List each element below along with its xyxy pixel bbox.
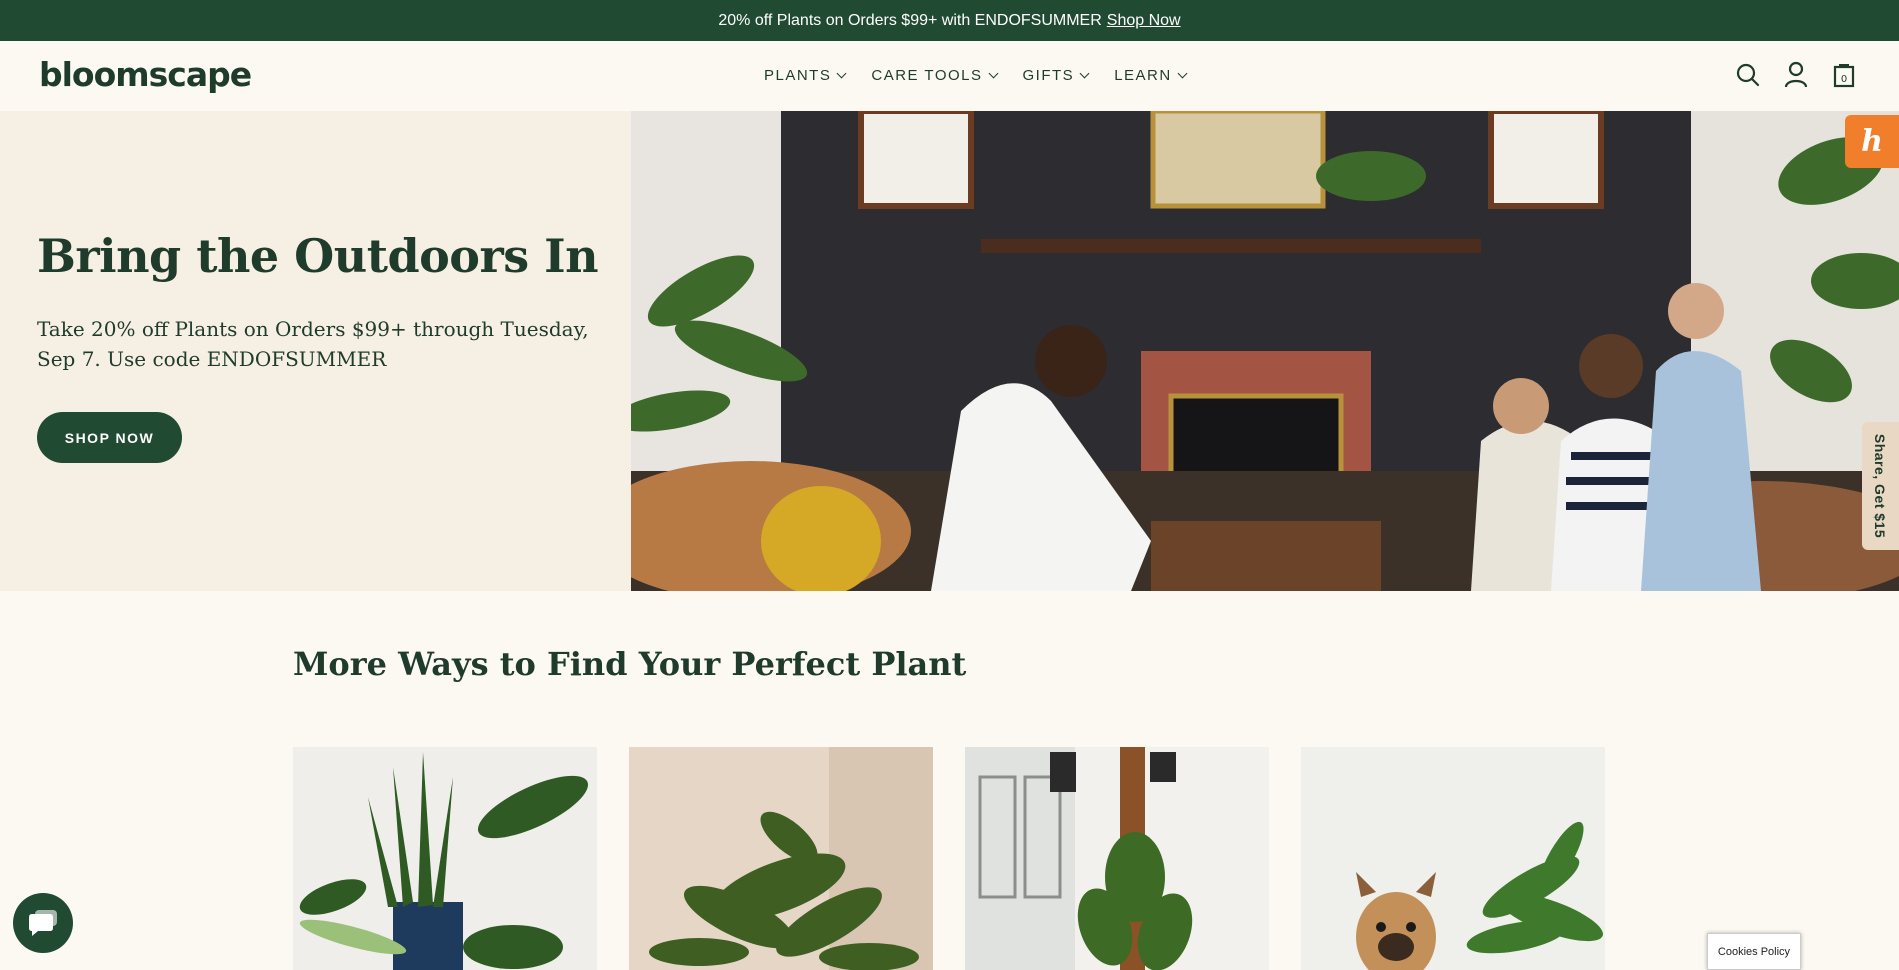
chevron-down-icon xyxy=(1079,68,1090,79)
chat-button[interactable] xyxy=(13,893,73,953)
nav-plants-label: PLANTS xyxy=(764,67,832,84)
hero-text-panel: Bring the Outdoors In Take 20% off Plant… xyxy=(0,111,631,591)
promo-shop-now-link[interactable]: Shop Now xyxy=(1107,12,1181,30)
section-title: More Ways to Find Your Perfect Plant xyxy=(293,645,967,683)
hero-image xyxy=(631,111,1899,591)
chevron-down-icon xyxy=(836,68,847,79)
category-card-3[interactable] xyxy=(965,747,1269,970)
logo[interactable]: bloomscape xyxy=(39,55,252,94)
promo-bar: 20% off Plants on Orders $99+ with ENDOF… xyxy=(0,0,1899,41)
cookies-policy-button[interactable]: Cookies Policy xyxy=(1707,933,1801,970)
category-card-4[interactable] xyxy=(1301,747,1605,970)
account-icon[interactable] xyxy=(1783,61,1809,89)
main-nav: PLANTS CARE TOOLS GIFTS LEARN xyxy=(764,67,1188,84)
nav-care-tools[interactable]: CARE TOOLS xyxy=(871,67,998,84)
hero-title: Bring the Outdoors In xyxy=(37,229,599,283)
hero-subtitle: Take 20% off Plants on Orders $99+ throu… xyxy=(37,317,589,371)
hero-shop-now-button[interactable]: SHOP NOW xyxy=(37,412,182,463)
chevron-down-icon xyxy=(988,68,998,79)
nav-gifts[interactable]: GIFTS xyxy=(1022,67,1090,84)
nav-gifts-label: GIFTS xyxy=(1022,67,1075,84)
nav-plants[interactable]: PLANTS xyxy=(764,67,847,84)
share-get-15-tab[interactable]: Share, Get $15 xyxy=(1862,422,1899,550)
site-header: bloomscape PLANTS CARE TOOLS GIFTS LEARN… xyxy=(0,41,1899,111)
chat-bubble-icon xyxy=(29,910,57,936)
nav-learn[interactable]: LEARN xyxy=(1114,67,1188,84)
nav-care-tools-label: CARE TOOLS xyxy=(871,67,983,84)
share-tab-label: Share, Get $15 xyxy=(1872,433,1889,539)
promo-text: 20% off Plants on Orders $99+ with ENDOF… xyxy=(718,11,1102,29)
chevron-down-icon xyxy=(1177,68,1188,79)
cart-count: 0 xyxy=(1841,74,1847,85)
category-card-2[interactable] xyxy=(629,747,933,970)
honey-extension-icon[interactable]: h xyxy=(1845,115,1899,168)
honey-letter: h xyxy=(1861,124,1883,159)
search-icon[interactable] xyxy=(1735,61,1761,89)
header-icons: 0 xyxy=(1735,61,1857,89)
nav-learn-label: LEARN xyxy=(1114,67,1172,84)
cart-icon[interactable]: 0 xyxy=(1831,61,1857,89)
category-card-1[interactable] xyxy=(293,747,597,970)
